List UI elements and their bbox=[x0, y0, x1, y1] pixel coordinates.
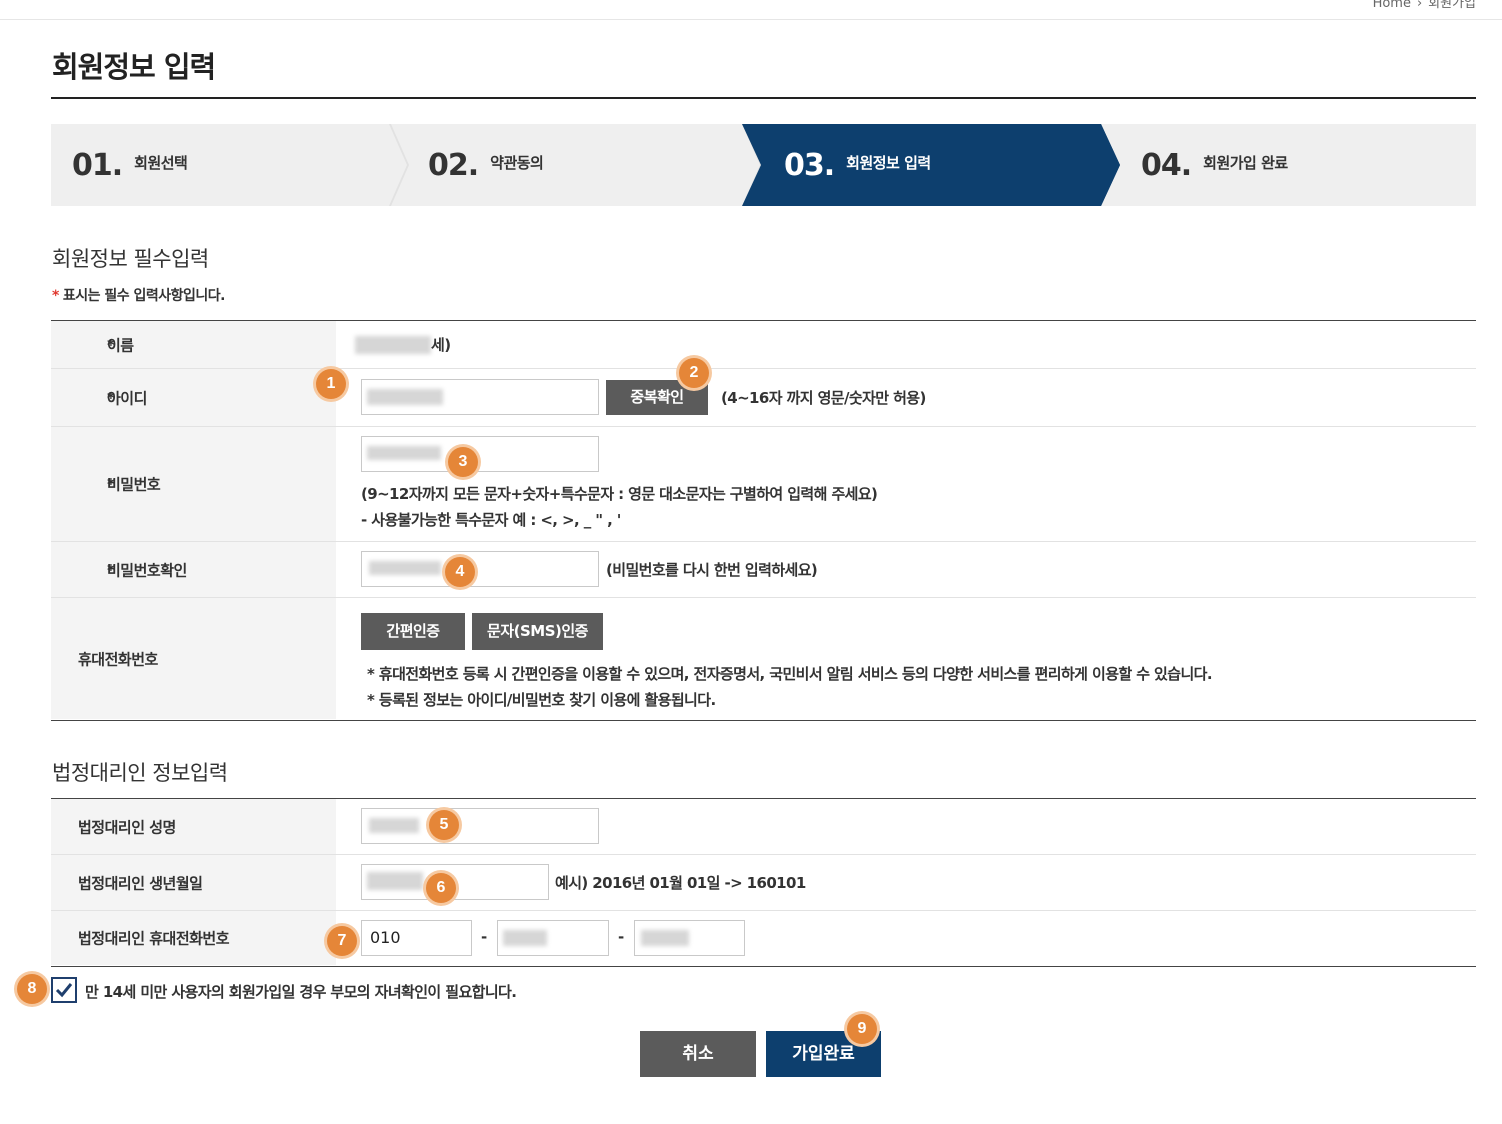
breadcrumb-current: 회원가입 bbox=[1428, 0, 1476, 11]
annotation-badge-4: 4 bbox=[445, 557, 475, 587]
id-value-redacted bbox=[367, 389, 443, 405]
step-1: 01. 회원선택 bbox=[72, 124, 188, 206]
password-confirm-label-text: 비밀번호확인 bbox=[107, 561, 187, 579]
id-hint: (4~16자 까지 영문/숫자만 허용) bbox=[721, 389, 926, 407]
guardian-birth-hint: 예시) 2016년 01월 01일 -> 160101 bbox=[555, 874, 806, 892]
password-confirm-value-redacted bbox=[369, 561, 441, 575]
step-4-number: 04. bbox=[1141, 147, 1192, 183]
page-title: 회원정보 입력 bbox=[52, 50, 216, 84]
password-confirm-hint: (비밀번호를 다시 한번 입력하세요) bbox=[606, 561, 818, 579]
password-value-redacted bbox=[367, 446, 441, 460]
step-1-label: 회원선택 bbox=[134, 153, 188, 172]
signup-steps: 01. 회원선택 02. 약관동의 03. 회원정보 입력 04. 회원가입 완… bbox=[51, 124, 1476, 206]
annotation-badge-1: 1 bbox=[316, 369, 346, 399]
top-bar bbox=[0, 0, 1502, 20]
annotation-badge-8: 8 bbox=[17, 974, 47, 1004]
required-section-title: 회원정보 필수입력 bbox=[52, 247, 209, 271]
phone-note-2: * 등록된 정보는 아이디/비밀번호 찾기 이용에 활용됩니다. bbox=[367, 691, 716, 709]
name-value-suffix: 세) bbox=[431, 336, 451, 354]
step-2: 02. 약관동의 bbox=[428, 124, 544, 206]
required-star-icon: * bbox=[52, 288, 59, 304]
step-3-number: 03. bbox=[784, 147, 835, 183]
required-note: * 표시는 필수 입력사항입니다. bbox=[52, 285, 225, 305]
row-phone: 휴대전화번호 간편인증 문자(SMS)인증 * 휴대전화번호 등록 시 간편인증… bbox=[51, 598, 1476, 719]
required-info-table: * 이름 세) * 아이디 중복확인 (4~16자 까지 영문/숫자만 허용) * 비… bbox=[51, 320, 1476, 721]
step-3-label: 회원정보 입력 bbox=[846, 153, 931, 172]
parent-consent-label: 만 14세 미만 사용자의 회원가입일 경우 부모의 자녀확인이 필요합니다. bbox=[85, 983, 517, 1001]
step-1-number: 01. bbox=[72, 147, 123, 183]
password-hint-rules: (9~12자까지 모든 문자+숫자+특수문자 : 영문 대소문자는 구별하여 입… bbox=[361, 485, 878, 503]
cancel-button[interactable]: 취소 bbox=[640, 1031, 756, 1077]
password-label-text: 비밀번호 bbox=[107, 475, 161, 494]
step-2-label: 약관동의 bbox=[490, 153, 544, 172]
phone-dash-2: - bbox=[618, 928, 624, 946]
required-note-text: 표시는 필수 입력사항입니다. bbox=[62, 288, 226, 304]
step-4-label: 회원가입 완료 bbox=[1203, 153, 1288, 172]
guardian-phone-last-redacted bbox=[641, 930, 689, 946]
step-2-number: 02. bbox=[428, 147, 479, 183]
password-hint-forbidden: - 사용불가능한 특수문자 예 : <, >, _ " , ' bbox=[361, 511, 621, 529]
row-password-confirm: * 비밀번호확인 (비밀번호를 다시 한번 입력하세요) bbox=[51, 542, 1476, 598]
phone-note-1: * 휴대전화번호 등록 시 간편인증을 이용할 수 있으며, 전자증명서, 국민… bbox=[367, 665, 1213, 683]
guardian-section-title: 법정대리인 정보입력 bbox=[52, 761, 228, 785]
title-divider bbox=[51, 97, 1476, 99]
id-label-text: 아이디 bbox=[107, 389, 147, 407]
parent-consent-checkbox[interactable] bbox=[51, 977, 77, 1003]
sms-auth-button[interactable]: 문자(SMS)인증 bbox=[472, 613, 603, 650]
annotation-badge-9: 9 bbox=[847, 1014, 877, 1044]
step-4: 04. 회원가입 완료 bbox=[1141, 124, 1288, 206]
step-3-active: 03. 회원정보 입력 bbox=[784, 124, 931, 206]
guardian-phone-prefix-input[interactable]: 010 bbox=[361, 920, 472, 956]
breadcrumb: Home › 회원가입 bbox=[1373, 0, 1476, 11]
easy-auth-button[interactable]: 간편인증 bbox=[361, 613, 465, 650]
row-guardian-name: 법정대리인 성명 bbox=[51, 799, 1476, 855]
guardian-info-table: 법정대리인 성명 법정대리인 생년월일 예시) 2016년 01월 01일 ->… bbox=[51, 798, 1476, 967]
annotation-badge-6: 6 bbox=[426, 873, 456, 903]
guardian-birth-redacted bbox=[367, 872, 423, 890]
phone-label: 휴대전화번호 bbox=[78, 650, 158, 668]
annotation-badge-5: 5 bbox=[429, 810, 459, 840]
row-password: * 비밀번호 (9~12자까지 모든 문자+숫자+특수문자 : 영문 대소문자는 … bbox=[51, 427, 1476, 542]
guardian-birth-label: 법정대리인 생년월일 bbox=[78, 874, 203, 892]
annotation-badge-7: 7 bbox=[327, 926, 357, 956]
guardian-phone-label: 법정대리인 휴대전화번호 bbox=[78, 929, 230, 948]
row-name: * 이름 세) bbox=[51, 321, 1476, 369]
checkmark-icon bbox=[55, 983, 73, 998]
breadcrumb-home[interactable]: Home bbox=[1373, 0, 1411, 11]
row-id: * 아이디 중복확인 (4~16자 까지 영문/숫자만 허용) bbox=[51, 369, 1476, 427]
chevron-right-icon: › bbox=[1416, 0, 1423, 11]
annotation-badge-2: 2 bbox=[679, 358, 709, 388]
row-guardian-birth: 법정대리인 생년월일 예시) 2016년 01월 01일 -> 160101 bbox=[51, 855, 1476, 911]
annotation-badge-3: 3 bbox=[448, 447, 478, 477]
phone-dash-1: - bbox=[481, 928, 487, 946]
guardian-phone-middle-redacted bbox=[503, 930, 547, 946]
name-label-text: 이름 bbox=[107, 336, 134, 354]
guardian-name-redacted bbox=[369, 818, 419, 833]
row-guardian-phone: 법정대리인 휴대전화번호 010 - - bbox=[51, 911, 1476, 965]
name-value-redacted bbox=[355, 336, 431, 354]
guardian-name-label: 법정대리인 성명 bbox=[78, 818, 176, 836]
